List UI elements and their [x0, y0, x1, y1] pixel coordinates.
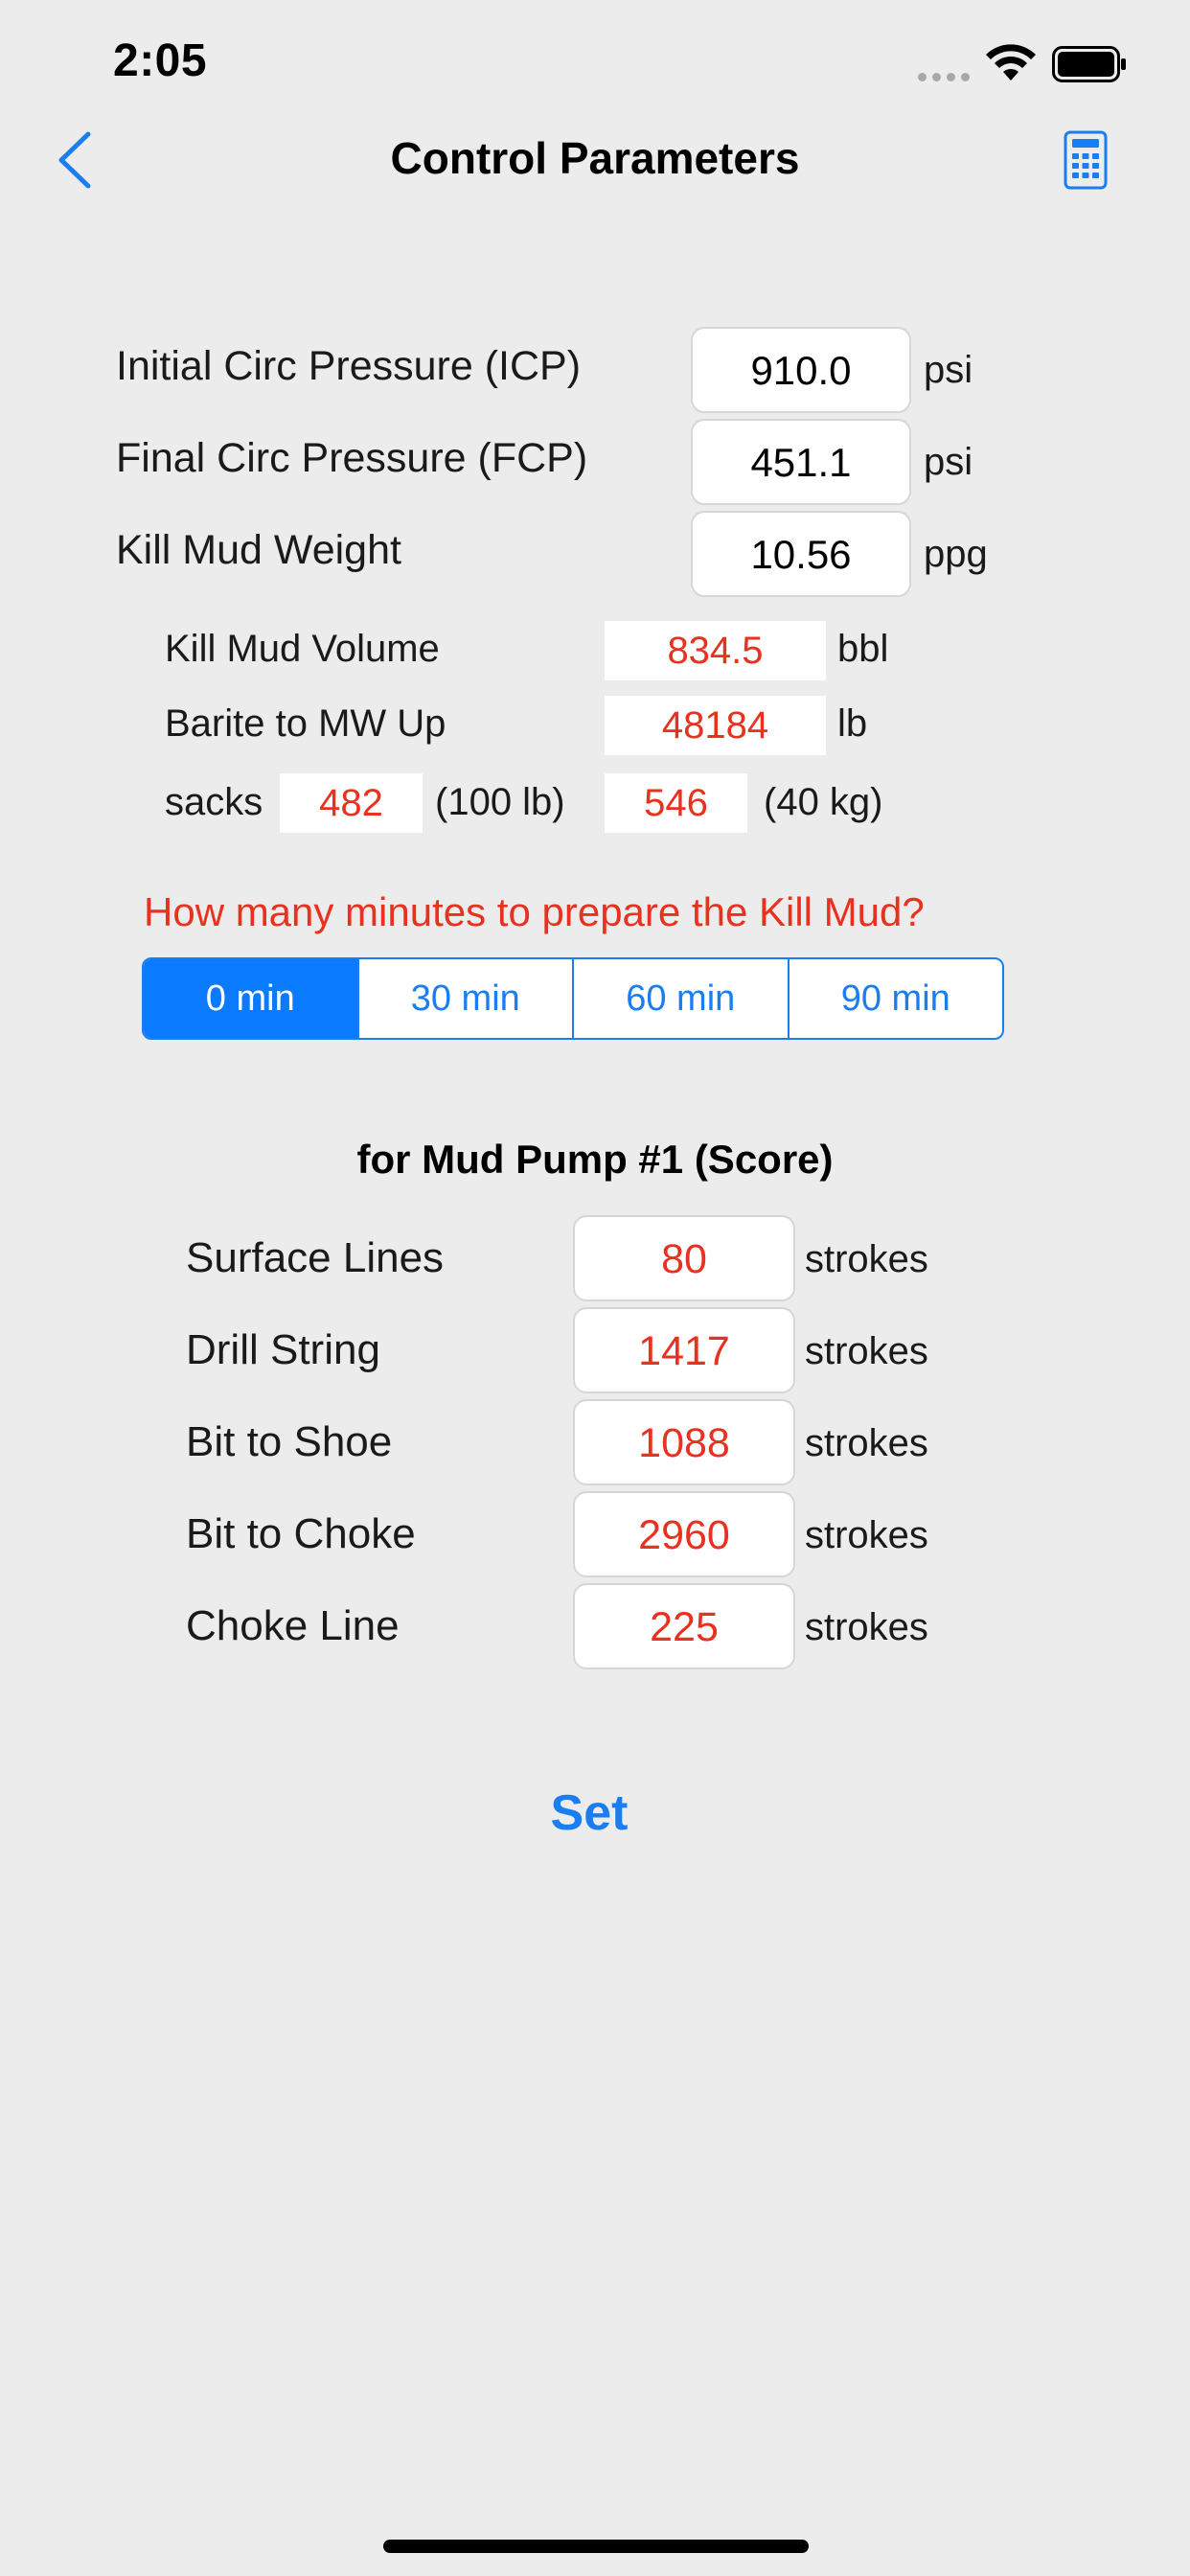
pump-section-title: for Mud Pump #1 (Score): [356, 1137, 834, 1182]
icp-unit: psi: [924, 349, 973, 391]
segment-0-min[interactable]: 0 min: [144, 959, 357, 1038]
home-indicator[interactable]: [383, 2540, 809, 2553]
kill-mud-weight-unit: ppg: [924, 533, 988, 575]
bit-to-shoe-unit: strokes: [805, 1422, 928, 1464]
bit-to-choke-unit: strokes: [805, 1514, 928, 1556]
bit-to-choke-value[interactable]: 2960: [573, 1491, 795, 1577]
wifi-icon: [986, 44, 1036, 80]
bit-to-choke-label: Bit to Choke: [186, 1510, 416, 1557]
bit-to-shoe-value[interactable]: 1088: [573, 1399, 795, 1485]
calculator-icon[interactable]: [1064, 130, 1108, 190]
fcp-unit: psi: [924, 441, 973, 483]
sacks-100lb-value: 482: [280, 773, 423, 833]
signal-icon: [918, 73, 970, 81]
kill-mud-weight-label: Kill Mud Weight: [116, 527, 401, 573]
prep-time-segmented-control: 0 min 30 min 60 min 90 min: [142, 957, 1004, 1040]
icp-input[interactable]: 910.0: [691, 327, 911, 413]
page-title: Control Parameters: [390, 133, 800, 183]
prep-question: How many minutes to prepare the Kill Mud…: [144, 889, 925, 934]
segment-90-min[interactable]: 90 min: [787, 959, 1003, 1038]
icp-label: Initial Circ Pressure (ICP): [116, 343, 582, 389]
fcp-input[interactable]: 451.1: [691, 419, 911, 505]
surface-lines-label: Surface Lines: [186, 1234, 445, 1281]
choke-line-label: Choke Line: [186, 1602, 400, 1649]
kill-mud-volume-unit: bbl: [837, 628, 889, 670]
barite-label: Barite to MW Up: [165, 702, 446, 745]
sacks-40kg-value: 546: [605, 773, 747, 833]
choke-line-value[interactable]: 225: [573, 1583, 795, 1669]
sacks-40kg-unit: (40 kg): [764, 781, 883, 823]
drill-string-value[interactable]: 1417: [573, 1307, 795, 1393]
surface-lines-value[interactable]: 80: [573, 1215, 795, 1301]
sacks-100lb-unit: (100 lb): [435, 781, 565, 823]
drill-string-unit: strokes: [805, 1330, 928, 1372]
set-button[interactable]: Set: [0, 1784, 1179, 1842]
kill-mud-weight-input[interactable]: 10.56: [691, 511, 911, 597]
segment-30-min[interactable]: 30 min: [356, 959, 573, 1038]
status-time: 2:05: [113, 35, 208, 86]
sacks-label: sacks: [165, 781, 263, 823]
bit-to-shoe-label: Bit to Shoe: [186, 1418, 393, 1465]
barite-value: 48184: [605, 696, 826, 755]
battery-icon: [1052, 46, 1126, 82]
fcp-label: Final Circ Pressure (FCP): [116, 435, 588, 481]
screen: 2:05 Control Parameters Initial Circ Pre…: [0, 0, 1190, 2576]
choke-line-unit: strokes: [805, 1606, 928, 1648]
drill-string-label: Drill String: [186, 1326, 380, 1373]
segment-60-min[interactable]: 60 min: [572, 959, 788, 1038]
barite-unit: lb: [837, 702, 868, 745]
surface-lines-unit: strokes: [805, 1238, 928, 1280]
kill-mud-volume-value: 834.5: [605, 621, 826, 680]
kill-mud-volume-label: Kill Mud Volume: [165, 628, 440, 670]
